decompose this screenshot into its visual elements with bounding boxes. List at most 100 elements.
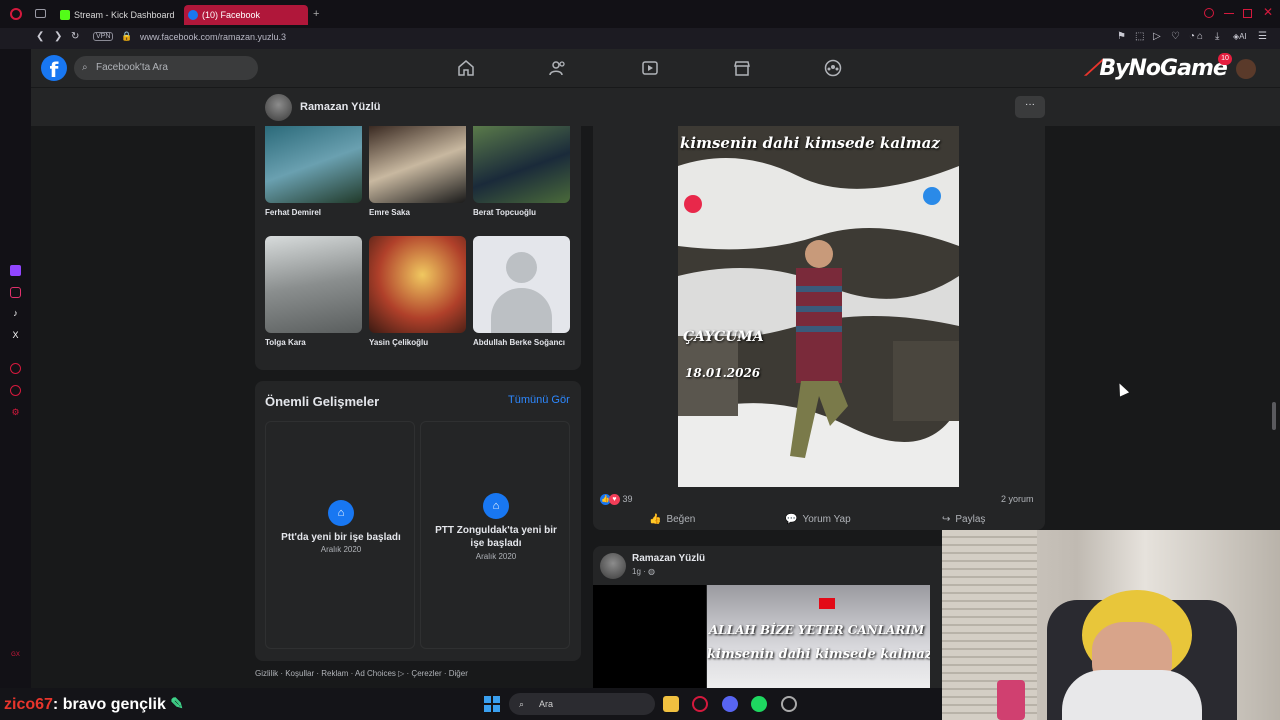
tiktok-icon[interactable]: ♪	[10, 308, 21, 319]
mouse-cursor-icon	[1114, 381, 1130, 397]
friend-item[interactable]: Emre Saka	[369, 126, 466, 217]
opera-icon[interactable]	[10, 8, 22, 20]
tab-kick-dashboard[interactable]: Stream - Kick Dashboard	[56, 5, 181, 25]
watch-icon[interactable]	[641, 59, 659, 77]
page-scrollbar[interactable]	[1272, 402, 1276, 430]
friends-icon[interactable]	[549, 59, 567, 77]
friend-name[interactable]: Ferhat Demirel	[265, 208, 362, 217]
post-author-avatar[interactable]	[600, 553, 626, 579]
player-sidebar-icon[interactable]	[10, 363, 21, 374]
download-icon[interactable]: ⤓	[1215, 31, 1219, 42]
bookmark-icon[interactable]: ⚑	[1117, 31, 1126, 42]
friend-name[interactable]: Emre Saka	[369, 208, 466, 217]
opera-gx-taskbar-icon[interactable]	[692, 696, 708, 712]
post-image[interactable]: kimsenin dahi kimsede kalmaz ÇAYCUMA 18.…	[678, 126, 959, 487]
post-image-caption: kimsenin dahi kimsede kalmaz	[680, 134, 940, 152]
bynogame-overlay-logo: ⟋ByNoGame	[1085, 56, 1228, 81]
friend-photo[interactable]	[369, 126, 466, 203]
taskbar-search[interactable]: ⌕ Ara	[509, 693, 655, 715]
menu-icon[interactable]: ☰	[1258, 31, 1267, 42]
search-placeholder: Facebook'ta Ara	[96, 62, 168, 73]
heart-icon[interactable]: ♡	[1171, 31, 1180, 42]
settings-icon[interactable]: ⚙	[10, 407, 21, 418]
minimize-icon[interactable]	[1224, 13, 1234, 14]
life-event-date: Aralık 2020	[320, 545, 362, 554]
profile-avatar[interactable]	[265, 94, 292, 121]
wallet-icon[interactable]: ◔	[1189, 31, 1195, 42]
taskbar-search-label: Ara	[539, 699, 554, 709]
new-tab-button[interactable]: +	[313, 8, 319, 20]
search-tabs-icon[interactable]	[1204, 8, 1214, 18]
file-explorer-icon[interactable]	[663, 696, 679, 712]
x-icon[interactable]: X	[10, 330, 21, 341]
footer-links[interactable]: Gizlilik · Koşullar · Reklam · Ad Choice…	[255, 669, 468, 678]
marketplace-icon[interactable]	[733, 59, 751, 77]
life-event-item[interactable]: ⌂ Ptt'da yeni bir işe başladı Aralık 202…	[265, 421, 415, 649]
close-icon[interactable]: ✕	[1263, 5, 1273, 19]
search-input[interactable]: ⌕ Facebook'ta Ara	[74, 56, 258, 80]
post-time: 1g ·	[632, 567, 646, 576]
extensions-icon[interactable]: ⌂	[1197, 31, 1203, 42]
post-timestamp[interactable]: 1g · ◍	[632, 567, 655, 576]
friend-item[interactable]: Tolga Kara	[265, 236, 362, 347]
life-event-item[interactable]: ⌂ PTT Zonguldak'ta yeni bir işe başladı …	[420, 421, 570, 649]
friend-name[interactable]: Tolga Kara	[265, 338, 362, 347]
instagram-icon[interactable]	[10, 287, 21, 298]
default-avatar-icon[interactable]	[473, 236, 570, 333]
emote-icon: ✎	[170, 696, 184, 713]
friend-photo[interactable]	[265, 126, 362, 203]
discord-icon[interactable]	[722, 696, 738, 712]
friend-photo[interactable]	[473, 126, 570, 203]
obs-icon[interactable]	[781, 696, 797, 712]
post-image-date: 18.01.2026	[685, 366, 761, 380]
comment-count[interactable]: 2 yorum	[1001, 494, 1034, 504]
ai-button[interactable]: ◈AI	[1233, 32, 1247, 41]
vpn-badge[interactable]: VPN	[93, 32, 114, 41]
like-button[interactable]: 👍 Beğen	[649, 514, 695, 525]
post-image[interactable]: ALLAH BİZE YETER CANLARIM kimsenin dahi …	[707, 585, 930, 688]
stream-chat-message: zico67: bravo gençlik ✎	[4, 694, 184, 714]
search-icon: ⌕	[519, 699, 525, 709]
friend-name[interactable]: Abdullah Berke Soğancı	[473, 338, 570, 347]
facebook-logo[interactable]: f	[41, 55, 67, 82]
spotify-icon[interactable]	[751, 696, 767, 712]
ai-label: AI	[1239, 32, 1247, 41]
notification-badge[interactable]: 10	[1218, 53, 1232, 65]
url-field[interactable]: www.facebook.com/ramazan.yuzlu.3	[140, 32, 286, 42]
friend-photo[interactable]	[369, 236, 466, 333]
comment-button[interactable]: 💬 Yorum Yap	[785, 514, 851, 525]
thumbs-up-icon: 👍	[649, 514, 662, 525]
forward-icon[interactable]: ❯	[54, 31, 62, 42]
tab-bar: Stream - Kick Dashboard (10) Facebook + …	[0, 0, 1280, 28]
windows-start-icon[interactable]	[484, 696, 500, 712]
maximize-icon[interactable]	[1243, 9, 1252, 18]
see-all-link[interactable]: Tümünü Gör	[508, 394, 570, 406]
friend-item[interactable]: Abdullah Berke Soğancı	[473, 236, 570, 347]
friend-item[interactable]: Yasin Çelikoğlu	[369, 236, 466, 347]
friend-name[interactable]: Yasin Çelikoğlu	[369, 338, 466, 347]
history-icon[interactable]	[10, 385, 21, 396]
lock-icon[interactable]: 🔒	[121, 31, 132, 42]
snapshot-icon[interactable]: ⬚	[1135, 31, 1144, 42]
home-icon[interactable]	[457, 59, 475, 77]
life-event-title: Ptt'da yeni bir işe başladı	[281, 532, 401, 543]
facebook-tab-icon	[188, 10, 198, 20]
post-author[interactable]: Ramazan Yüzlü	[632, 553, 705, 564]
friend-name[interactable]: Berat Topcuoğlu	[473, 208, 570, 217]
profile-name[interactable]: Ramazan Yüzlü	[300, 101, 381, 113]
friend-item[interactable]: Berat Topcuoğlu	[473, 126, 570, 217]
player-icon[interactable]: ▷	[1153, 31, 1161, 42]
tab-switcher-icon[interactable]	[35, 9, 46, 18]
account-avatar[interactable]	[1236, 59, 1256, 79]
friend-photo[interactable]	[265, 236, 362, 333]
reload-icon[interactable]: ↻	[71, 31, 79, 42]
more-options-button[interactable]: ···	[1015, 96, 1045, 118]
friend-item[interactable]: Ferhat Demirel	[265, 126, 362, 217]
kick-icon	[60, 10, 70, 20]
twitch-icon[interactable]	[10, 265, 21, 276]
groups-icon[interactable]	[824, 59, 842, 77]
tab-facebook[interactable]: (10) Facebook	[184, 5, 308, 25]
share-button[interactable]: ↪ Paylaş	[942, 514, 985, 525]
back-icon[interactable]: ❮	[36, 31, 44, 42]
reactions-summary[interactable]: 👍 ♥ 39	[600, 494, 633, 506]
